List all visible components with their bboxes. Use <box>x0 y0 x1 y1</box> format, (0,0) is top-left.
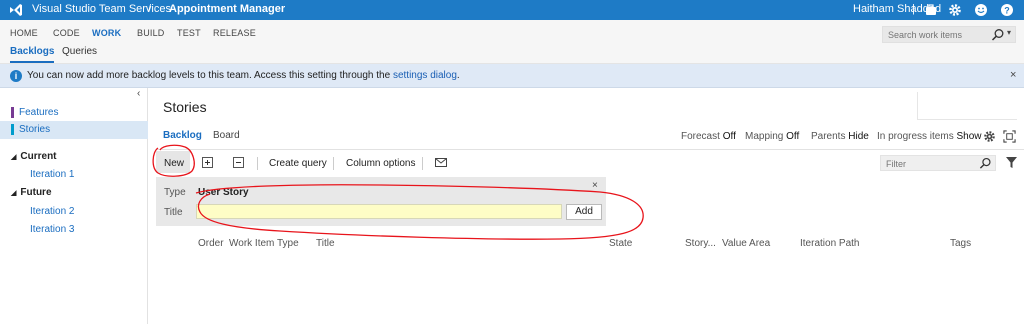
tab-backlogs[interactable]: Backlogs <box>10 46 55 63</box>
tab-board[interactable]: Board <box>213 130 240 141</box>
column-header-value-area[interactable]: Value Area <box>722 238 770 249</box>
sidebar-item-label: Stories <box>19 124 51 135</box>
user-divider: | <box>912 3 915 15</box>
search-icon[interactable] <box>979 157 992 170</box>
hub-code[interactable]: CODE <box>53 28 80 38</box>
type-label: Type <box>164 187 186 198</box>
expand-triangle-icon[interactable]: ◢ <box>11 154 16 161</box>
iteration-3-link[interactable]: Iteration 3 <box>30 224 74 235</box>
top-bar: Visual Studio Team Services / Appointmen… <box>0 0 1024 20</box>
type-value[interactable]: User Story <box>198 187 249 198</box>
title-input[interactable] <box>196 204 562 219</box>
chevron-down-icon[interactable]: ▾ <box>1007 28 1011 37</box>
iteration-1-link[interactable]: Iteration 1 <box>30 169 74 180</box>
team-panel-box <box>917 92 1017 120</box>
banner-end: . <box>456 70 460 81</box>
sidebar-item-features[interactable]: Features <box>0 104 148 122</box>
settings-dialog-link[interactable]: settings dialog <box>393 70 457 81</box>
column-header-work-item-type[interactable]: Work Item Type <box>229 238 299 249</box>
breadcrumb-separator: / <box>148 3 152 15</box>
in-progress-toggle[interactable]: In progress items Show <box>877 131 982 142</box>
mapping-value: Off <box>786 131 800 142</box>
column-header-tags[interactable]: Tags <box>950 238 971 249</box>
new-button[interactable]: New <box>156 151 190 173</box>
toolbar-separator <box>333 157 334 170</box>
create-query-button[interactable]: Create query <box>269 158 327 169</box>
tab-queries[interactable]: Queries <box>62 46 97 57</box>
mail-icon[interactable] <box>435 157 447 168</box>
iteration-2-link[interactable]: Iteration 2 <box>30 206 74 217</box>
column-header-state[interactable]: State <box>609 238 632 249</box>
expand-icon[interactable] <box>202 157 213 168</box>
sidebar-item-label: Features <box>19 107 59 118</box>
in-progress-value: Show <box>956 131 982 142</box>
sidebar-item-stories[interactable]: Stories <box>0 121 148 139</box>
tab-backlog[interactable]: Backlog <box>163 130 202 141</box>
toolbar-separator <box>422 157 423 170</box>
info-icon: i <box>10 70 22 82</box>
page-title: Stories <box>163 99 207 115</box>
column-header-story-points[interactable]: Story... <box>685 238 716 249</box>
parents-label: Parents <box>811 131 846 142</box>
toolbar-separator <box>257 157 258 170</box>
search-work-items[interactable]: ▾ <box>882 26 1016 43</box>
fullscreen-icon[interactable] <box>1003 130 1016 143</box>
help-icon[interactable]: ? <box>1000 3 1014 17</box>
group-label: Current <box>20 151 57 162</box>
gear-icon[interactable] <box>983 130 996 143</box>
close-icon[interactable]: × <box>592 180 598 191</box>
filter-input[interactable] <box>886 158 966 169</box>
add-work-item-panel: Type User Story × Title Add <box>156 177 606 226</box>
banner-message: You can now add more backlog levels to t… <box>27 70 460 81</box>
hub-release[interactable]: RELEASE <box>213 28 256 38</box>
collapse-icon[interactable] <box>233 157 244 168</box>
add-button[interactable]: Add <box>566 204 602 220</box>
backlog-sidebar: ‹ Features Stories ◢ Current Iteration 1 … <box>0 88 148 324</box>
smiley-icon[interactable] <box>974 3 988 17</box>
vsts-logo-icon[interactable] <box>9 3 23 17</box>
toolbar-divider <box>156 149 1024 150</box>
column-header-iteration-path[interactable]: Iteration Path <box>800 238 859 249</box>
group-label: Future <box>20 187 52 198</box>
column-header-order[interactable]: Order <box>198 238 224 249</box>
stories-color-bar <box>11 124 14 135</box>
close-icon[interactable]: × <box>1010 69 1016 81</box>
hub-home[interactable]: HOME <box>10 28 38 38</box>
project-name[interactable]: Appointment Manager <box>169 3 285 15</box>
parents-toggle[interactable]: Parents Hide <box>811 131 869 142</box>
search-input[interactable] <box>888 29 978 41</box>
banner-text: You can now add more backlog levels to t… <box>27 70 393 81</box>
hub-test[interactable]: TEST <box>177 28 201 38</box>
features-color-bar <box>11 107 14 118</box>
forecast-label: Forecast <box>681 131 720 142</box>
collapse-pane-icon[interactable]: ‹ <box>137 88 140 99</box>
column-options-button[interactable]: Column options <box>346 158 415 169</box>
new-button-label: New <box>164 158 185 169</box>
parents-value: Hide <box>848 131 869 142</box>
forecast-toggle[interactable]: Forecast Off <box>681 131 736 142</box>
forecast-value: Off <box>722 131 736 142</box>
gear-icon[interactable] <box>948 3 962 17</box>
search-icon[interactable] <box>991 28 1005 42</box>
group-current[interactable]: ◢ Current <box>11 151 57 162</box>
briefcase-icon[interactable] <box>924 3 938 17</box>
title-label: Title <box>164 207 183 218</box>
hub-build[interactable]: BUILD <box>137 28 165 38</box>
filter-funnel-icon[interactable] <box>1005 156 1018 169</box>
hub-navigation: HOME CODE WORK BUILD TEST RELEASE Backlo… <box>0 20 1024 64</box>
mapping-toggle[interactable]: Mapping Off <box>745 131 799 142</box>
mapping-label: Mapping <box>745 131 784 142</box>
filter-box[interactable] <box>880 155 996 171</box>
in-progress-label: In progress items <box>877 131 954 142</box>
svg-text:?: ? <box>1004 6 1010 16</box>
group-future[interactable]: ◢ Future <box>11 187 52 198</box>
column-header-title[interactable]: Title <box>316 238 335 249</box>
info-banner: i You can now add more backlog levels to… <box>0 64 1024 88</box>
expand-triangle-icon[interactable]: ◢ <box>11 190 16 197</box>
hub-work[interactable]: WORK <box>92 28 121 38</box>
